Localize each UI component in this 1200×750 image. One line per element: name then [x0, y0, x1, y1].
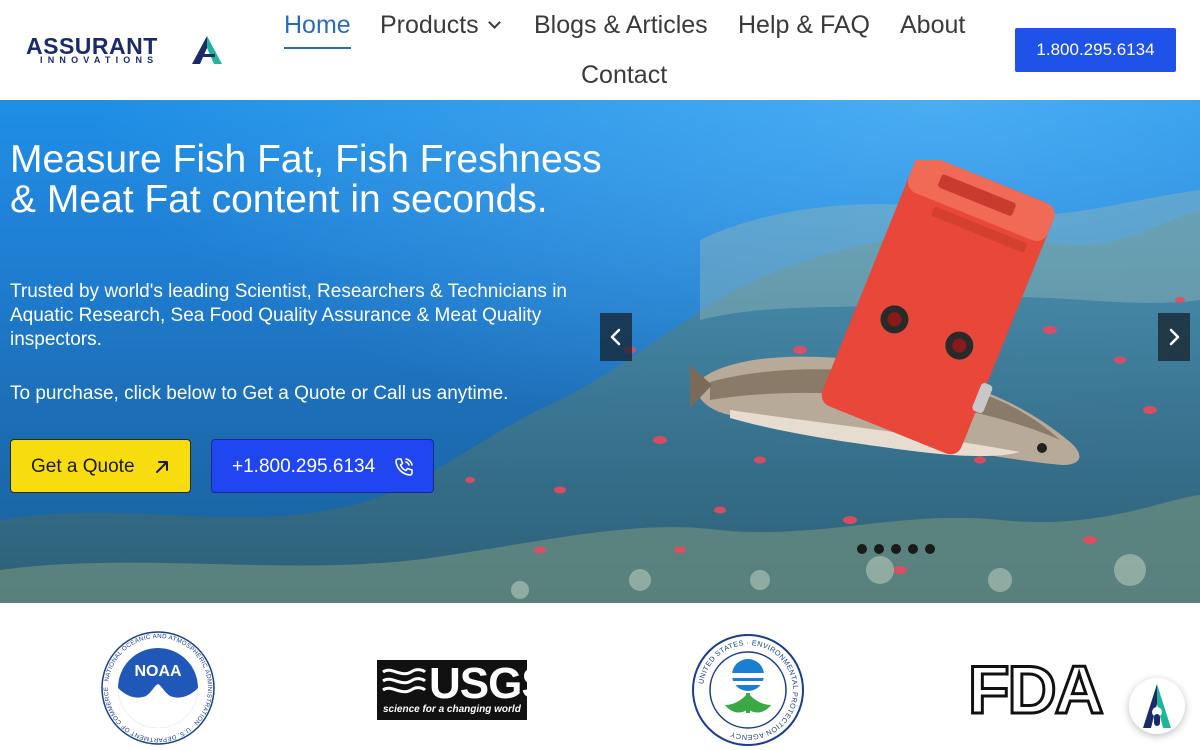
slider-dot[interactable]	[857, 544, 867, 554]
fda-logo: FDA	[967, 652, 1120, 728]
nav-contact-label: Contact	[581, 61, 668, 89]
site-header: ASSURANT INNOVATIONS Home Products Blogs…	[0, 0, 1200, 100]
partner-logos: NATIONAL OCEANIC AND ATMOSPHERIC ADMINIS…	[0, 603, 1200, 750]
hero-subtitle: Trusted by world's leading Scientist, Re…	[10, 281, 568, 350]
nav-about-label: About	[900, 11, 966, 39]
chevron-right-icon	[1169, 328, 1180, 346]
noaa-center-text: NOAA	[134, 663, 182, 680]
slider-pagination	[857, 544, 937, 556]
brand-mark-icon	[192, 36, 222, 64]
nav-products[interactable]: Products	[380, 0, 501, 50]
hero-title: Measure Fish Fat, Fish Freshness & Meat …	[10, 138, 602, 221]
fish-fat-meter-product-image	[690, 160, 1080, 465]
nav-contact[interactable]: Contact	[581, 50, 667, 100]
slider-dot[interactable]	[874, 544, 884, 554]
nav-home[interactable]: Home	[284, 0, 351, 50]
header-phone-button[interactable]: 1.800.295.6134	[1015, 28, 1176, 72]
nav-blogs[interactable]: Blogs & Articles	[534, 0, 708, 50]
chat-widget-button[interactable]	[1129, 678, 1185, 734]
hero-cta-text: To purchase, click below to Get a Quote …	[10, 383, 509, 404]
arrow-up-right-icon	[156, 461, 168, 473]
usgs-logo: USGS science for a changing world	[377, 660, 551, 720]
nav-products-label: Products	[380, 11, 479, 39]
usgs-waves-icon	[382, 668, 427, 694]
nav-about[interactable]: About	[900, 0, 965, 50]
epa-logo: UNITED STATES · ENVIRONMENTAL PROTECTION…	[692, 634, 804, 746]
nav-help-label: Help & FAQ	[738, 11, 870, 39]
call-button[interactable]: +1.800.295.6134	[211, 439, 434, 493]
noaa-logo: NATIONAL OCEANIC AND ATMOSPHERIC ADMINIS…	[101, 631, 215, 745]
slider-dot[interactable]	[908, 544, 918, 554]
slider-next-button[interactable]	[1158, 313, 1190, 361]
chevron-down-icon	[487, 16, 501, 29]
call-button-label: +1.800.295.6134	[232, 456, 376, 477]
chevron-left-icon	[610, 328, 621, 346]
usgs-tagline: science for a changing world	[383, 704, 521, 715]
nav-blogs-label: Blogs & Articles	[534, 11, 708, 39]
hero-slider: Measure Fish Fat, Fish Freshness & Meat …	[0, 100, 1200, 603]
slider-dot[interactable]	[925, 544, 935, 554]
phone-icon	[395, 458, 413, 476]
brand-tagline: INNOVATIONS	[40, 55, 159, 65]
assistant-chat-icon	[1143, 684, 1171, 728]
brand-logo[interactable]: ASSURANT INNOVATIONS	[26, 34, 222, 66]
get-quote-button[interactable]: Get a Quote	[10, 439, 191, 493]
get-quote-label: Get a Quote	[31, 456, 135, 477]
usgs-wordmark: USGS	[429, 659, 551, 708]
nav-help[interactable]: Help & FAQ	[738, 0, 870, 50]
nav-home-label: Home	[284, 11, 351, 39]
slider-prev-button[interactable]	[600, 313, 632, 361]
nav-active-underline	[284, 47, 351, 49]
main-nav: Home Products Blogs & Articles Help & FA…	[270, 0, 980, 100]
fda-wordmark: FDA	[967, 652, 1106, 728]
slider-dot[interactable]	[891, 544, 901, 554]
